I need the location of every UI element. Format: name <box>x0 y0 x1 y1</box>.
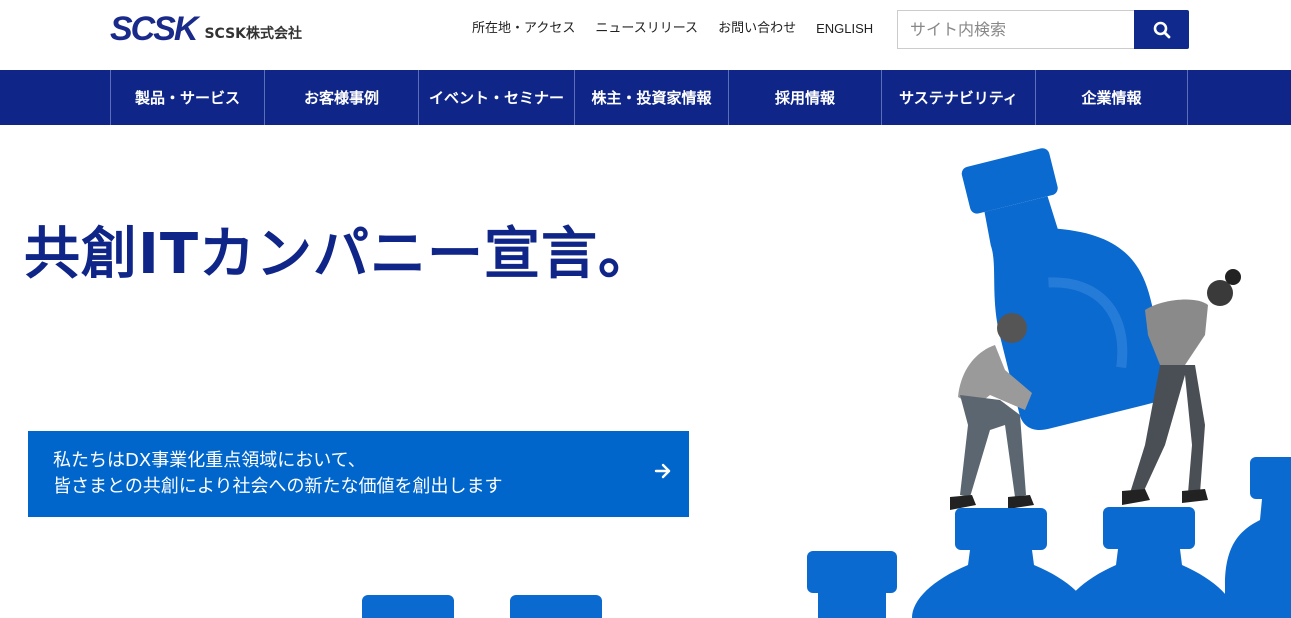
bottle-far-left-illustration <box>807 551 897 618</box>
arrow-right-icon <box>654 463 671 479</box>
cta-line-1: 私たちはDX事業化重点領域において、 <box>53 450 366 471</box>
company-name: SCSK株式会社 <box>204 26 303 42</box>
search-icon <box>1153 21 1170 38</box>
utility-links: 所在地・アクセス ニュースリリース お問い合わせ ENGLISH <box>472 20 873 38</box>
search-input[interactable] <box>897 10 1134 49</box>
nav-item-cases[interactable]: お客様事例 <box>265 70 419 125</box>
bottle-far-right-illustration <box>1225 457 1291 618</box>
hero-cta-banner[interactable]: 私たちはDX事業化重点領域において、 皆さまとの共創により社会への新たな価値を創… <box>28 431 689 517</box>
nav-item-events[interactable]: イベント・セミナー <box>419 70 575 125</box>
hero-illustration <box>807 148 1291 618</box>
util-link-english[interactable]: ENGLISH <box>816 20 873 38</box>
site-search <box>897 10 1189 49</box>
nav-item-investors[interactable]: 株主・投資家情報 <box>575 70 729 125</box>
bottle-under-left-illustration <box>912 508 1090 618</box>
hero-title: 共創ITカンパニー宣言。 <box>24 222 656 287</box>
global-nav-list: 製品・サービス お客様事例 イベント・セミナー 株主・投資家情報 採用情報 サス… <box>110 70 1188 125</box>
site-header: SCSK SCSK株式会社 所在地・アクセス ニュースリリース お問い合わせ E… <box>0 0 1291 70</box>
cta-line-2: 皆さまとの共創により社会への新たな価値を創出します <box>53 476 503 497</box>
bottle-caps-bottom-left <box>362 595 602 618</box>
util-link-news[interactable]: ニュースリリース <box>595 20 698 38</box>
nav-item-recruit[interactable]: 採用情報 <box>729 70 882 125</box>
scsk-logo-mark: SCSK <box>110 10 198 48</box>
bottle-under-right-illustration <box>1062 507 1236 618</box>
util-link-contact[interactable]: お問い合わせ <box>718 20 796 38</box>
global-nav: 製品・サービス お客様事例 イベント・セミナー 株主・投資家情報 採用情報 サス… <box>0 70 1291 125</box>
nav-item-sustainability[interactable]: サステナビリティ <box>882 70 1036 125</box>
util-link-access[interactable]: 所在地・アクセス <box>472 20 575 38</box>
search-button[interactable] <box>1134 10 1189 49</box>
nav-item-products[interactable]: 製品・サービス <box>111 70 265 125</box>
logo-link[interactable]: SCSK SCSK株式会社 <box>110 12 302 46</box>
nav-item-company[interactable]: 企業情報 <box>1036 70 1188 125</box>
